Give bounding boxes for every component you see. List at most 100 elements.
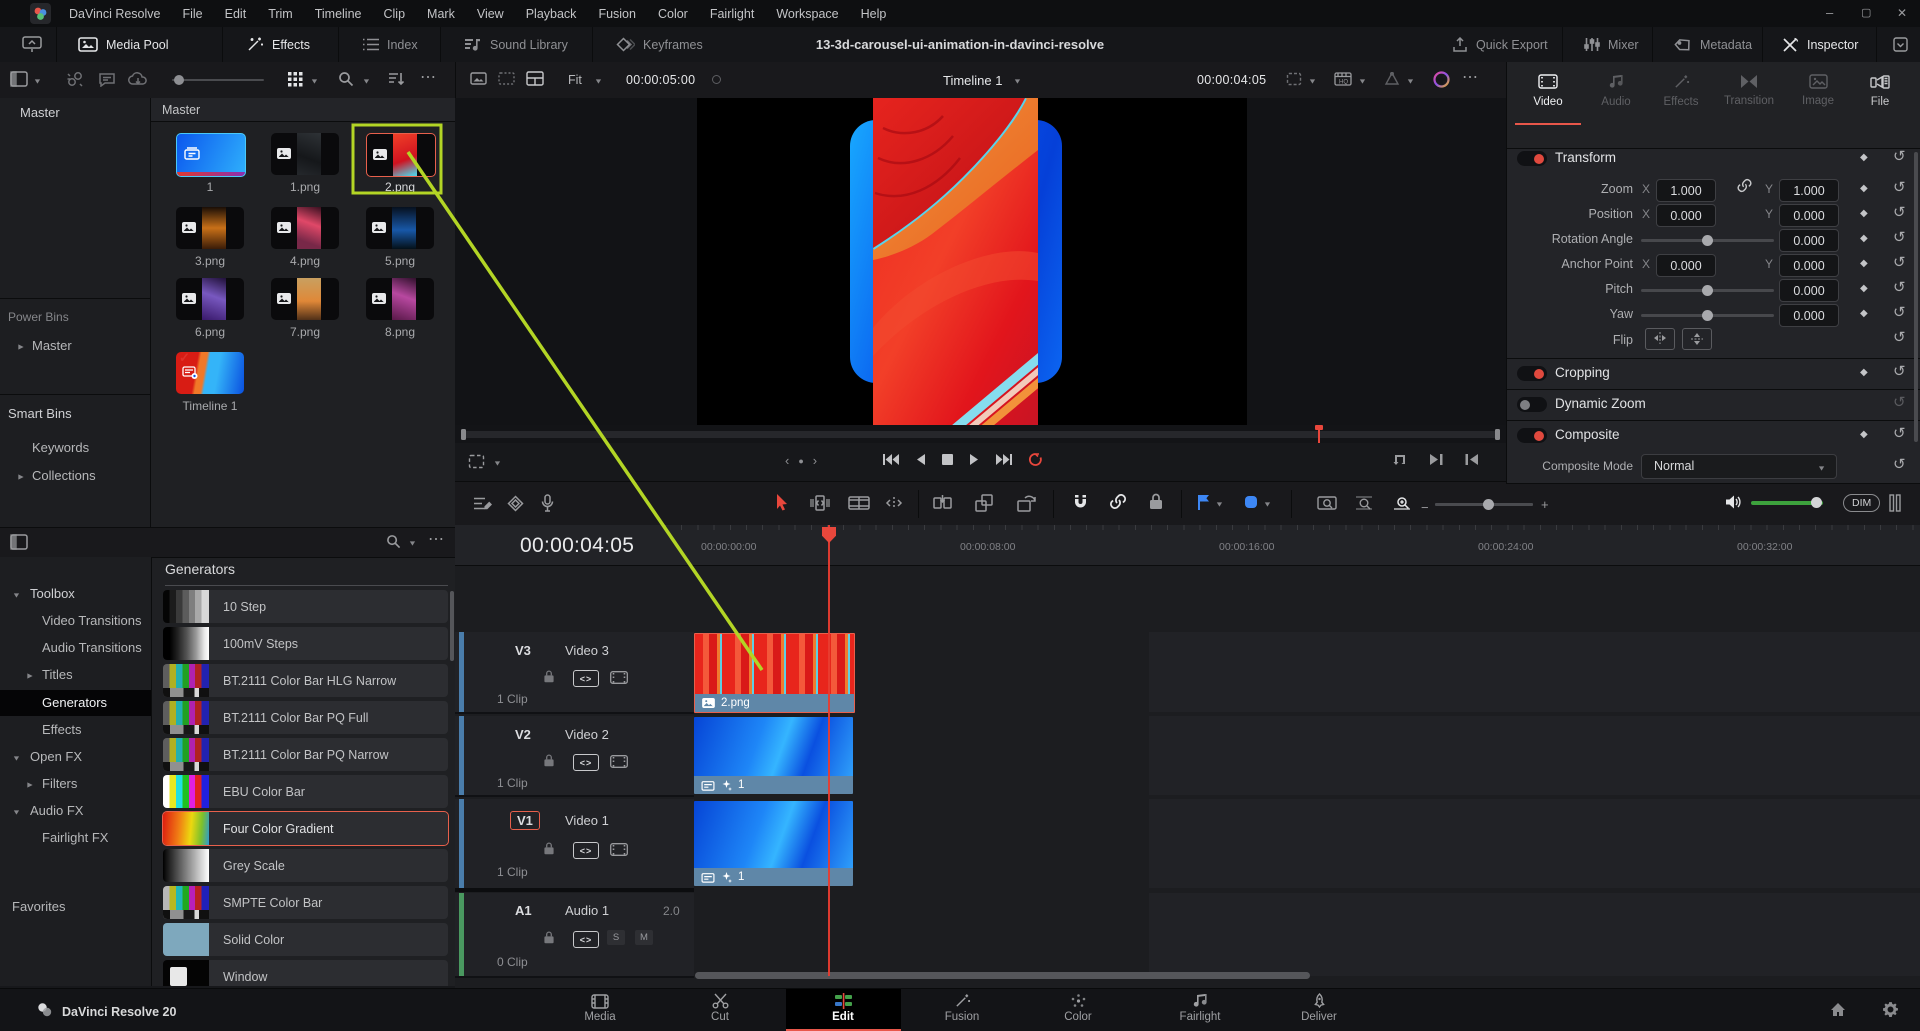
- mute-button[interactable]: M: [635, 930, 653, 945]
- next-marker-icon[interactable]: ›: [813, 453, 817, 468]
- zoom-reset-icon[interactable]: ↺: [1893, 180, 1906, 195]
- flip-horizontal-button[interactable]: [1645, 328, 1675, 350]
- audio-meters-toggle-icon[interactable]: [1889, 494, 1901, 512]
- home-icon[interactable]: [1830, 1002, 1846, 1017]
- toolbox-chevron-icon[interactable]: ▼: [12, 591, 21, 599]
- tab-effects[interactable]: Effects: [1652, 74, 1710, 108]
- go-to-first-frame-icon[interactable]: [883, 453, 899, 466]
- position-reset-icon[interactable]: ↺: [1893, 205, 1906, 220]
- stop-icon[interactable]: [942, 454, 953, 465]
- track-badge[interactable]: V3: [515, 643, 531, 658]
- fx-tree-generators-selected[interactable]: Generators: [42, 695, 107, 710]
- composite-section-title[interactable]: Composite: [1555, 427, 1620, 442]
- yaw-field[interactable]: 0.000: [1779, 304, 1839, 327]
- panel-button-effects[interactable]: Effects: [246, 27, 310, 62]
- relink-media-icon[interactable]: [66, 71, 84, 88]
- menu-help[interactable]: Help: [850, 7, 898, 21]
- media-clip-thumbnail[interactable]: [366, 278, 434, 320]
- thumbnail-size-knob[interactable]: [174, 75, 184, 85]
- multicam-view-icon[interactable]: [526, 71, 544, 86]
- media-clip-name[interactable]: 6.png: [166, 325, 254, 339]
- cropping-reset-icon[interactable]: ↺: [1893, 364, 1906, 379]
- media-clip-thumbnail[interactable]: [271, 278, 339, 320]
- generator-item[interactable]: 10 Step: [163, 590, 448, 623]
- flip-vertical-button[interactable]: [1682, 328, 1712, 350]
- effects-panel-toggle-icon[interactable]: [10, 534, 28, 550]
- audiofx-chevron-icon[interactable]: ▼: [12, 808, 21, 816]
- filters-chevron-icon[interactable]: ▼: [24, 781, 34, 790]
- timeline-playhead[interactable]: [828, 525, 830, 976]
- video1-lane[interactable]: [1149, 799, 1920, 888]
- fx-tree-video-transitions[interactable]: Video Transitions: [42, 613, 142, 628]
- search-icon[interactable]: [338, 71, 354, 87]
- bin-master[interactable]: Master: [20, 105, 60, 120]
- media-pool-more-options-icon[interactable]: ⋯: [420, 67, 437, 87]
- tab-transition[interactable]: Transition: [1715, 74, 1783, 107]
- generator-item[interactable]: BT.2111 Color Bar PQ Narrow: [163, 738, 448, 771]
- anchor-keyframe-icon[interactable]: ◆: [1860, 258, 1868, 269]
- audio1-lane[interactable]: [1149, 893, 1920, 976]
- generator-item[interactable]: Grey Scale: [163, 849, 448, 882]
- timeline-selector-chevron-icon[interactable]: ▼: [1013, 77, 1022, 85]
- tab-image[interactable]: Image: [1789, 74, 1847, 107]
- media-clip-thumbnail[interactable]: [176, 133, 246, 177]
- marker-chevron-icon[interactable]: ▼: [1263, 500, 1272, 508]
- sort-icon[interactable]: [388, 72, 405, 86]
- media-clip-name[interactable]: 5.png: [356, 254, 444, 268]
- track-header-v3[interactable]: V3 Video 3 <> 1 Clip: [455, 632, 694, 714]
- generator-item[interactable]: SMPTE Color Bar: [163, 886, 448, 919]
- flag-icon[interactable]: [1197, 494, 1210, 510]
- grid-view-icon[interactable]: [288, 72, 303, 87]
- menu-file[interactable]: File: [171, 7, 213, 21]
- page-edit[interactable]: Edit: [798, 989, 888, 1027]
- proxy-quality-chevron-icon[interactable]: ▼: [1358, 77, 1367, 85]
- page-fairlight[interactable]: Fairlight: [1155, 989, 1245, 1027]
- media-clip-name[interactable]: 3.png: [166, 254, 254, 268]
- track-name[interactable]: Video 3: [565, 643, 609, 658]
- viewer-image-icon[interactable]: [470, 72, 487, 85]
- media-clip-name[interactable]: 4.png: [261, 254, 349, 268]
- fx-tree-effects[interactable]: Effects: [42, 722, 82, 737]
- titles-chevron-icon[interactable]: ▼: [24, 672, 34, 681]
- smart-bin-collections[interactable]: Collections: [32, 468, 96, 483]
- yaw-reset-icon[interactable]: ↺: [1893, 305, 1906, 320]
- zoom-full-extent-icon[interactable]: [1317, 495, 1337, 511]
- media-clip-name[interactable]: 7.png: [261, 325, 349, 339]
- voiceover-mic-icon[interactable]: [541, 494, 554, 512]
- page-cut[interactable]: Cut: [675, 989, 765, 1027]
- viewer-jog-bar[interactable]: [455, 425, 1506, 443]
- menu-mark[interactable]: Mark: [416, 7, 466, 21]
- trim-edit-mode-icon[interactable]: [810, 495, 830, 511]
- media-clip-name[interactable]: 8.png: [356, 325, 444, 339]
- media-clip-name[interactable]: 1.png: [261, 180, 349, 194]
- proxy-quality-icon[interactable]: HQ: [1334, 72, 1352, 86]
- cropping-section-title[interactable]: Cropping: [1555, 365, 1610, 380]
- media-clip-name[interactable]: 2.png: [356, 180, 444, 194]
- track-badge[interactable]: V2: [515, 727, 531, 742]
- dynamic-zoom-reset-icon[interactable]: ↺: [1893, 395, 1906, 410]
- position-lock-icon[interactable]: [1149, 493, 1163, 510]
- panel-button-media-pool[interactable]: Media Pool: [78, 27, 169, 62]
- metadata-button[interactable]: Metadata: [1674, 27, 1752, 62]
- menu-app[interactable]: DaVinci Resolve: [58, 7, 171, 21]
- menu-fairlight[interactable]: Fairlight: [699, 7, 765, 21]
- fx-tree-audiofx[interactable]: Audio FX: [30, 803, 83, 818]
- generator-item[interactable]: EBU Color Bar: [163, 775, 448, 808]
- fx-tree-filters[interactable]: Filters: [42, 776, 77, 791]
- transform-reset-icon[interactable]: ↺: [1893, 149, 1906, 164]
- menu-fusion[interactable]: Fusion: [587, 7, 647, 21]
- grade-bypass-icon[interactable]: [1432, 70, 1451, 89]
- auto-select-icon[interactable]: <>: [573, 842, 599, 859]
- solo-button[interactable]: S: [607, 930, 625, 945]
- track-badge-destination[interactable]: V1: [510, 811, 540, 830]
- generator-item-selected[interactable]: Four Color Gradient: [163, 812, 448, 845]
- step-back-icon[interactable]: [915, 453, 926, 466]
- auto-select-icon[interactable]: <>: [573, 670, 599, 687]
- track-name[interactable]: Audio 1: [565, 903, 609, 918]
- dynamic-zoom-section-title[interactable]: Dynamic Zoom: [1555, 396, 1646, 411]
- yaw-slider[interactable]: [1641, 314, 1774, 317]
- zoom-link-icon[interactable]: [1737, 178, 1752, 193]
- position-y-field[interactable]: 0.000: [1779, 204, 1839, 227]
- play-icon[interactable]: [969, 453, 980, 466]
- transform-overlay-chevron-icon[interactable]: ▼: [1406, 77, 1415, 85]
